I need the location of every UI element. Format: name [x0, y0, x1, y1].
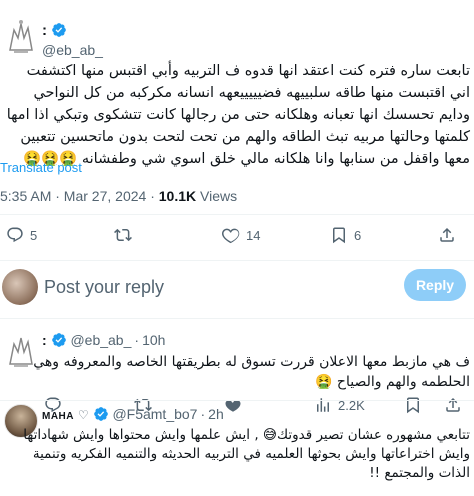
reply-composer: Post your reply Reply [0, 264, 474, 312]
share-action[interactable] [444, 396, 462, 414]
sketch-avatar-icon [9, 20, 33, 53]
like-action[interactable] [224, 396, 242, 414]
current-user-avatar[interactable] [2, 269, 38, 305]
reply-author-name[interactable]: : [42, 332, 47, 348]
reply-time[interactable]: 2h [208, 406, 224, 422]
tweet-author-row: : @eb_ab_ [0, 10, 474, 58]
author-handle[interactable]: @eb_ab_ [42, 42, 103, 58]
analytics-icon [317, 398, 329, 412]
retweet-icon [114, 228, 132, 242]
bookmark-icon [333, 227, 345, 244]
divider [0, 260, 474, 261]
views-label: Views [196, 188, 238, 204]
verified-badge-icon [93, 407, 108, 421]
verified-badge-icon [51, 333, 66, 347]
reply-action[interactable]: 5 [6, 226, 37, 244]
reply-input[interactable]: Post your reply [44, 277, 164, 298]
share-icon [446, 397, 460, 412]
heart-outline-icon: ♡ [77, 408, 89, 422]
divider [0, 318, 474, 319]
tweet-text: تابعت ساره فتره كنت اعتقد انها قدوه ف ال… [6, 63, 470, 167]
reply-author-handle[interactable]: @eb_ab_ [70, 332, 131, 348]
bookmark-icon [407, 397, 419, 414]
tweet-meta: 5:35 AM · Mar 27, 2024 · 10.1K Views [0, 188, 237, 204]
bookmark-action[interactable]: 6 [330, 226, 361, 244]
reply-text: تتابعي مشهوره عشان تصير قدوتك😅 , ايش علم… [23, 427, 470, 481]
author-name[interactable]: : [42, 22, 67, 39]
reply-text: ف هي مازبط معها الاعلان قررت تسوق له بطر… [33, 354, 470, 390]
reply-author-name[interactable]: MAHA [42, 411, 74, 422]
heart-icon [222, 228, 240, 244]
author-avatar[interactable] [4, 16, 38, 56]
separator-dot: · [200, 406, 206, 422]
share-icon [440, 227, 454, 242]
retweet-action[interactable] [114, 226, 138, 244]
heart-icon [225, 400, 241, 412]
translate-post-link[interactable]: Translate post [0, 160, 82, 175]
reply-author-handle[interactable]: @F5amt_bo7 [112, 406, 197, 422]
bookmark-action[interactable] [404, 396, 422, 414]
tweet-actions: 5 14 6 [0, 226, 474, 254]
share-action[interactable] [438, 226, 456, 244]
separator-dot: · [134, 332, 140, 348]
like-action[interactable]: 14 [222, 226, 260, 244]
reply-button[interactable]: Reply [404, 269, 466, 301]
divider [0, 214, 474, 215]
views-action[interactable]: 2.2K [314, 396, 365, 414]
reply-icon [7, 227, 23, 243]
view-count: 10.1K [158, 188, 197, 204]
reply-header: : @eb_ab_ · 10h [42, 332, 165, 348]
reply-header: MAHA ♡ @F5amt_bo7 · 2h [42, 406, 224, 422]
divider [0, 400, 474, 401]
verified-badge-icon [52, 23, 67, 37]
tweet-timestamp[interactable]: 5:35 AM · Mar 27, 2024 · [0, 188, 159, 204]
reply-time[interactable]: 10h [142, 332, 165, 348]
